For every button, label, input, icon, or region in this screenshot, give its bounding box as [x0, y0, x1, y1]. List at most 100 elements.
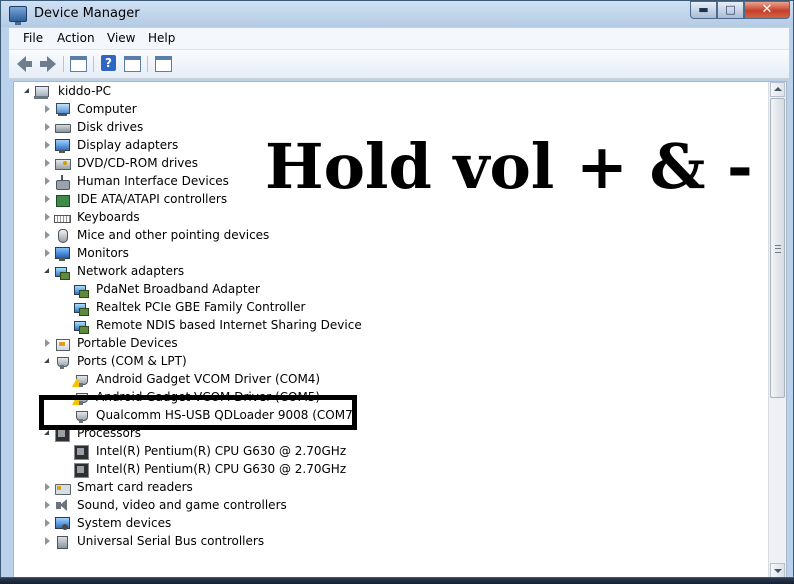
device-category[interactable]: Keyboards	[14, 209, 768, 227]
maximize-button[interactable]: □	[717, 1, 744, 19]
expand-arrow-icon[interactable]	[43, 231, 51, 239]
taskbar-strip	[0, 578, 794, 584]
tree-node-label: Keyboards	[77, 210, 140, 224]
tree-node-label: Remote NDIS based Internet Sharing Devic…	[96, 318, 362, 332]
hid-icon	[54, 174, 70, 190]
tree-node-label: Realtek PCIe GBE Family Controller	[96, 300, 306, 314]
device-item[interactable]: PdaNet Broadband Adapter	[14, 281, 768, 299]
tree-node-label: Android Gadget VCOM Driver (COM4)	[96, 372, 321, 386]
tree-node-label: Computer	[77, 102, 137, 116]
tree-node-label: Display adapters	[77, 138, 179, 152]
show-hide-console-tree-icon[interactable]	[123, 55, 141, 73]
tree-node-label: Intel(R) Pentium(R) CPU G630 @ 2.70GHz	[96, 462, 347, 476]
tree-node-label: Human Interface Devices	[77, 174, 229, 188]
device-category[interactable]: Computer	[14, 101, 768, 119]
toolbar-separator	[93, 56, 94, 72]
expand-arrow-icon[interactable]	[43, 339, 51, 347]
menu-file[interactable]: File	[23, 31, 43, 45]
port-warning-icon	[72, 372, 89, 387]
tree-node-label: Ports (COM & LPT)	[77, 354, 187, 368]
expand-arrow-icon[interactable]	[43, 213, 51, 221]
mouse-icon	[54, 228, 70, 243]
vertical-scrollbar[interactable]	[768, 82, 786, 577]
title-bar[interactable]: Device Manager ▬ □ ✕	[1, 1, 793, 27]
toolbar-separator	[147, 56, 148, 72]
port-icon	[54, 354, 70, 369]
tree-node-label: kiddo-PC	[58, 84, 112, 98]
device-category[interactable]: Sound, video and game controllers	[14, 497, 768, 515]
properties-pane-icon[interactable]	[69, 55, 87, 73]
expand-arrow-icon[interactable]	[43, 501, 51, 509]
help-icon[interactable]: ?	[100, 55, 118, 73]
device-category[interactable]: Monitors	[14, 245, 768, 263]
scroll-up-button[interactable]	[770, 82, 785, 97]
tree-node-label: Intel(R) Pentium(R) CPU G630 @ 2.70GHz	[96, 444, 347, 458]
device-category[interactable]: Ports (COM & LPT)	[14, 353, 768, 371]
expand-arrow-icon[interactable]	[43, 177, 51, 185]
processor-icon	[73, 444, 89, 460]
expand-arrow-icon[interactable]	[43, 141, 51, 149]
device-item[interactable]: Realtek PCIe GBE Family Controller	[14, 299, 768, 317]
tree-node-label: DVD/CD-ROM drives	[77, 156, 199, 170]
tree-node-label: Sound, video and game controllers	[77, 498, 287, 512]
scan-hardware-icon[interactable]	[154, 55, 172, 73]
device-item[interactable]: Intel(R) Pentium(R) CPU G630 @ 2.70GHz	[14, 443, 768, 461]
network-adapter-icon	[54, 264, 70, 280]
disk-drive-icon	[54, 120, 71, 135]
tree-root-computer[interactable]: kiddo-PC	[14, 83, 768, 101]
expand-arrow-icon[interactable]	[43, 519, 51, 527]
tree-node-label: Monitors	[77, 246, 129, 260]
collapse-arrow-icon[interactable]	[23, 87, 31, 95]
sound-controller-icon	[54, 498, 70, 513]
device-category[interactable]: Portable Devices	[14, 335, 768, 353]
minimize-button[interactable]: ▬	[690, 1, 717, 19]
collapse-arrow-icon[interactable]	[43, 357, 51, 365]
device-category[interactable]: Network adapters	[14, 263, 768, 281]
expand-arrow-icon[interactable]	[43, 123, 51, 131]
tree-node-label: Smart card readers	[77, 480, 193, 494]
device-item[interactable]: Intel(R) Pentium(R) CPU G630 @ 2.70GHz	[14, 461, 768, 479]
back-icon[interactable]	[17, 55, 35, 73]
expand-arrow-icon[interactable]	[43, 249, 51, 257]
menu-view[interactable]: View	[107, 31, 135, 45]
device-item[interactable]: Android Gadget VCOM Driver (COM4)	[14, 371, 768, 389]
device-manager-window: Device Manager ▬ □ ✕ File Action View He…	[0, 0, 794, 578]
expand-arrow-icon[interactable]	[43, 483, 51, 491]
collapse-arrow-icon[interactable]	[43, 267, 51, 275]
network-adapter-icon	[73, 318, 89, 334]
tree-node-label: PdaNet Broadband Adapter	[96, 282, 260, 296]
expand-arrow-icon[interactable]	[43, 537, 51, 545]
display-adapter-icon	[54, 138, 70, 153]
device-category[interactable]: Smart card readers	[14, 479, 768, 497]
scroll-down-button[interactable]	[770, 563, 785, 577]
monitor-icon	[54, 246, 70, 261]
device-category[interactable]: Universal Serial Bus controllers	[14, 533, 768, 551]
menu-action[interactable]: Action	[57, 31, 95, 45]
network-adapter-icon	[73, 300, 89, 316]
toolbar-separator	[63, 56, 64, 72]
dvd-drive-icon	[54, 156, 71, 171]
computer-icon	[54, 102, 70, 117]
device-category[interactable]: System devices	[14, 515, 768, 533]
ide-controller-icon	[54, 192, 70, 207]
overlay-caption: Hold vol + & -	[265, 130, 753, 203]
menu-bar: File Action View Help	[9, 28, 789, 50]
collapse-arrow-icon[interactable]	[43, 429, 51, 437]
menu-help[interactable]: Help	[148, 31, 175, 45]
device-category[interactable]: Mice and other pointing devices	[14, 227, 768, 245]
scroll-thumb[interactable]	[770, 98, 785, 398]
window-title: Device Manager	[34, 6, 140, 21]
device-item[interactable]: Remote NDIS based Internet Sharing Devic…	[14, 317, 768, 335]
expand-arrow-icon[interactable]	[43, 105, 51, 113]
tree-node-label: Disk drives	[77, 120, 144, 134]
tree-node-label: Network adapters	[77, 264, 185, 278]
smart-card-reader-icon	[54, 480, 71, 495]
keyboard-icon	[54, 210, 71, 225]
usb-controller-icon	[54, 534, 70, 549]
tree-node-label: Mice and other pointing devices	[77, 228, 270, 242]
close-button[interactable]: ✕	[744, 1, 790, 19]
expand-arrow-icon[interactable]	[43, 159, 51, 167]
expand-arrow-icon[interactable]	[43, 195, 51, 203]
forward-icon[interactable]	[39, 55, 57, 73]
processor-icon	[73, 462, 89, 478]
